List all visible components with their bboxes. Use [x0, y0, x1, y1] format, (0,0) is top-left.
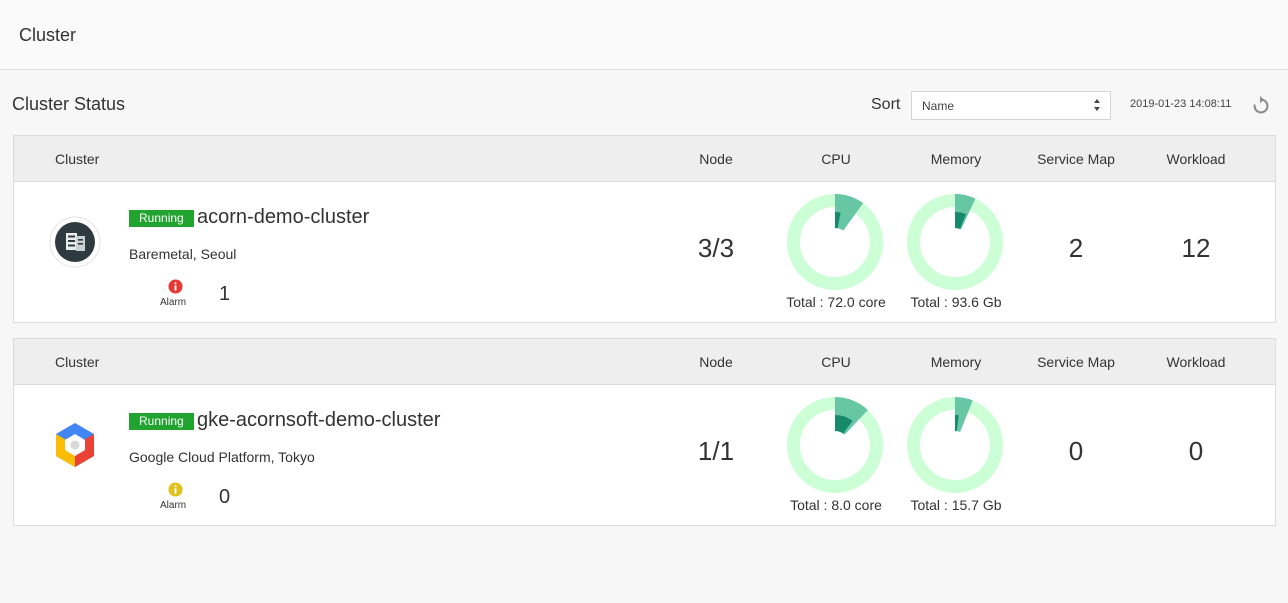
server-icon: [49, 216, 101, 268]
workload-count: 12: [1181, 233, 1211, 263]
column-header-node: Node: [699, 354, 733, 370]
node-count: 3/3: [697, 233, 735, 263]
cpu-usage-donut: [787, 397, 883, 493]
alarm-count: 0: [219, 486, 231, 508]
alarm-label: Alarm: [160, 297, 187, 308]
donut-center: [821, 228, 849, 256]
status-badge: Running: [129, 210, 194, 227]
refresh-icon[interactable]: [1250, 95, 1272, 117]
memory-total: Total : 15.7 Gb: [910, 497, 1002, 513]
sort-select-value: Name: [922, 99, 955, 113]
last-updated-timestamp: 2019-01-23 14:08:11: [1130, 98, 1232, 110]
memory-total: Total : 93.6 Gb: [910, 294, 1002, 310]
donut-center: [941, 431, 969, 459]
cluster-row[interactable]: Running gke-acornsoft-demo-cluster Googl…: [14, 385, 1275, 525]
cluster-location: Google Cloud Platform, Tokyo: [129, 449, 315, 465]
cluster-name[interactable]: gke-acornsoft-demo-cluster: [197, 409, 440, 432]
cpu-total: Total : 72.0 core: [786, 294, 886, 310]
sort-label: Sort: [871, 96, 901, 113]
cluster-card: Cluster Node CPU Memory Service Map Work…: [13, 135, 1276, 323]
cluster-table-header: Cluster Node CPU Memory Service Map Work…: [14, 136, 1275, 182]
column-header-memory: Memory: [930, 151, 982, 167]
cpu-usage-donut: [787, 194, 883, 290]
column-header-cluster: Cluster: [55, 354, 100, 370]
column-header-workload: Workload: [1166, 151, 1226, 167]
column-header-service-map: Service Map: [1037, 354, 1115, 370]
memory-usage-donut: [907, 194, 1003, 290]
alarm-icon[interactable]: [168, 279, 183, 294]
cpu-total: Total : 8.0 core: [790, 497, 882, 513]
cluster-location: Baremetal, Seoul: [129, 246, 237, 262]
top-header: Cluster: [0, 0, 1288, 70]
column-header-cpu: CPU: [821, 354, 851, 370]
service-map-count: 2: [1068, 233, 1084, 263]
alarm-icon[interactable]: [168, 482, 183, 497]
workload-count: 0: [1188, 436, 1204, 466]
node-count: 1/1: [697, 436, 735, 466]
donut-usage-segment: [955, 397, 973, 432]
page-title: Cluster: [19, 25, 77, 45]
cluster-row[interactable]: Running acorn-demo-cluster Baremetal, Se…: [14, 182, 1275, 322]
column-header-workload: Workload: [1166, 354, 1226, 370]
sort-select[interactable]: Name: [911, 91, 1111, 120]
column-header-cluster: Cluster: [55, 151, 100, 167]
column-header-cpu: CPU: [821, 151, 851, 167]
column-header-service-map: Service Map: [1037, 151, 1115, 167]
select-arrows-icon: [1094, 99, 1100, 111]
cluster-card: Cluster Node CPU Memory Service Map Work…: [13, 338, 1276, 526]
donut-center: [941, 228, 969, 256]
service-map-count: 0: [1068, 436, 1084, 466]
memory-usage-donut: [907, 397, 1003, 493]
status-badge: Running: [129, 413, 194, 430]
alarm-count: 1: [219, 283, 231, 305]
section-title: Cluster Status: [12, 94, 126, 114]
cluster-table-header: Cluster Node CPU Memory Service Map Work…: [14, 339, 1275, 385]
column-header-memory: Memory: [930, 354, 982, 370]
donut-center: [821, 431, 849, 459]
cluster-name[interactable]: acorn-demo-cluster: [197, 206, 369, 229]
gcp-icon: [56, 423, 94, 467]
column-header-node: Node: [699, 151, 733, 167]
alarm-label: Alarm: [160, 500, 187, 511]
